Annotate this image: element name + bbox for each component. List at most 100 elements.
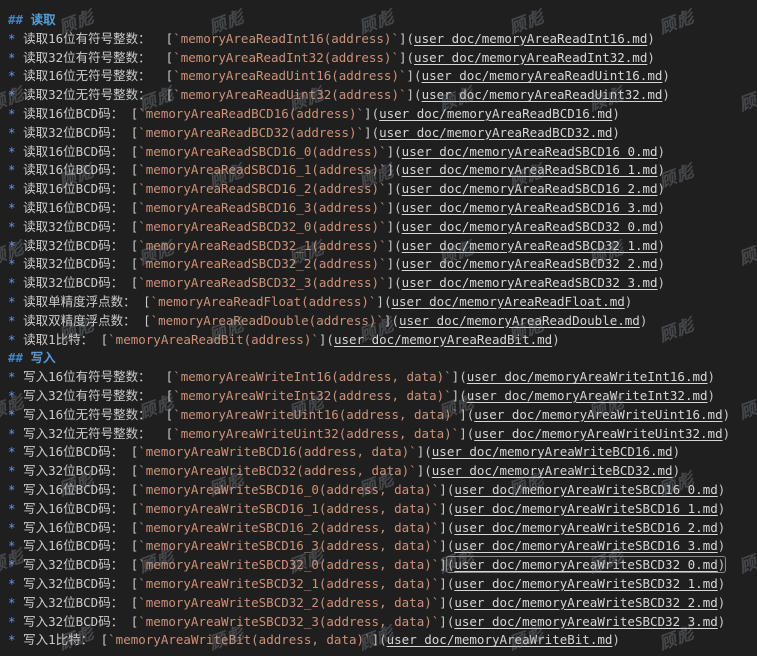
code-span: `memoryAreaWriteSBCD32_1(address, data)` — [138, 576, 439, 591]
link-url[interactable]: user_doc/memoryAreaWriteInt32.md — [467, 388, 708, 403]
open-paren: ( — [394, 238, 402, 253]
item-label: 读取32位BCD码： — [23, 219, 131, 234]
link-url[interactable]: user_doc/memoryAreaReadFloat.md — [391, 294, 624, 309]
link-url[interactable]: user_doc/memoryAreaWriteSBCD16_1.md — [454, 501, 717, 516]
link-group: (user_doc/memoryAreaReadSBCD32_2.md) — [394, 256, 665, 271]
close-paren: ) — [647, 31, 655, 46]
link-url[interactable]: user_doc/memoryAreaReadBCD16.md — [379, 106, 612, 121]
close-paren: ) — [718, 538, 726, 553]
link-url[interactable]: user_doc/memoryAreaReadUint32.md — [422, 87, 663, 102]
link-url[interactable]: user_doc/memoryAreaWriteSBCD32_3.md — [454, 614, 717, 629]
code-span: `memoryAreaReadSBCD32_3(address)` — [138, 275, 386, 290]
code-span: `memoryAreaReadInt32(address)` — [173, 50, 399, 65]
link-url[interactable]: user_doc/memoryAreaReadDouble.md — [399, 313, 640, 328]
code-span: `memoryAreaReadBCD32(address)` — [138, 125, 364, 140]
list-bullet: * — [8, 501, 23, 516]
code-span: `memoryAreaReadUint32(address)` — [173, 87, 406, 102]
open-paren: ( — [459, 369, 467, 384]
link-group: (user_doc/memoryAreaWriteBCD16.md) — [424, 444, 680, 459]
link-url[interactable]: user_doc/memoryAreaWriteSBCD32_2.md — [454, 595, 717, 610]
link-url[interactable]: user_doc/memoryAreaWriteUint32.md — [474, 426, 722, 441]
list-bullet: * — [8, 632, 23, 647]
close-paren: ) — [625, 294, 633, 309]
link-url[interactable]: user_doc/memoryAreaReadUint16.md — [422, 68, 663, 83]
close-bracket: ] — [439, 595, 447, 610]
doc-line: * 写入16位BCD码： [`memoryAreaWriteSBCD16_2(a… — [8, 519, 757, 538]
item-label: 读取32位BCD码： — [23, 256, 131, 271]
item-label: 写入32位有符号整数： — [23, 388, 166, 403]
open-paren: ( — [407, 50, 415, 65]
doc-line: * 写入32位BCD码： [`memoryAreaWriteSBCD32_3(a… — [8, 613, 757, 632]
link-url[interactable]: user_doc/memoryAreaReadSBCD32_2.md — [402, 256, 658, 271]
link-url[interactable]: user_doc/memoryAreaReadSBCD16_3.md — [402, 200, 658, 215]
code-span: `memoryAreaWriteSBCD16_1(address, data)` — [138, 501, 439, 516]
item-label: 写入1比特： — [23, 632, 101, 647]
code-span: `memoryAreaReadSBCD16_1(address)` — [138, 162, 386, 177]
link-url[interactable]: user_doc/memoryAreaWriteBit.md — [387, 632, 613, 647]
open-paren: ( — [394, 219, 402, 234]
code-span: `memoryAreaWriteSBCD16_2(address, data)` — [138, 520, 439, 535]
code-span: `memoryAreaReadSBCD16_0(address)` — [138, 144, 386, 159]
code-span: `memoryAreaReadBCD16(address)` — [138, 106, 364, 121]
link-url[interactable]: user_doc/memoryAreaWriteBCD32.md — [432, 463, 673, 478]
link-url[interactable]: user_doc/memoryAreaReadSBCD32_1.md — [402, 238, 658, 253]
list-bullet: * — [8, 106, 23, 121]
link-url[interactable]: user_doc/memoryAreaReadSBCD16_0.md — [402, 144, 658, 159]
list-bullet: * — [8, 482, 23, 497]
link-group: (user_doc/memoryAreaWriteBit.md) — [379, 632, 620, 647]
close-paren: ) — [673, 444, 681, 459]
link-url[interactable]: user_doc/memoryAreaReadBit.md — [334, 332, 552, 347]
open-paren: ( — [391, 313, 399, 328]
code-span: `memoryAreaWriteInt32(address, data)` — [173, 388, 451, 403]
close-bracket: ] — [459, 426, 467, 441]
link-url[interactable]: user_doc/memoryAreaWriteUint16.md — [474, 407, 722, 422]
item-label: 写入32位BCD码： — [23, 463, 131, 478]
link-group: (user_doc/memoryAreaReadSBCD32_1.md) — [394, 238, 665, 253]
close-paren: ) — [723, 426, 731, 441]
doc-line: * 读取1比特： [`memoryAreaReadBit(address)`](… — [8, 331, 757, 350]
item-label: 写入16位BCD码： — [23, 501, 131, 516]
link-url[interactable]: user_doc/memoryAreaReadSBCD32_0.md — [402, 219, 658, 234]
link-url[interactable]: user_doc/memoryAreaWriteSBCD16_3.md — [454, 538, 717, 553]
link-url[interactable]: user_doc/memoryAreaReadBCD32.md — [379, 125, 612, 140]
close-paren: ) — [718, 520, 726, 535]
link-url[interactable]: user_doc/memoryAreaReadSBCD16_1.md — [402, 162, 658, 177]
open-paren: ( — [414, 87, 422, 102]
link-group: (user_doc/memoryAreaWriteInt32.md) — [459, 388, 715, 403]
item-label: 读取1比特： — [23, 332, 101, 347]
close-paren: ) — [662, 87, 670, 102]
close-bracket: ] — [387, 275, 395, 290]
item-label: 读取32位BCD码： — [23, 125, 131, 140]
link-url[interactable]: user_doc/memoryAreaReadSBCD32_3.md — [402, 275, 658, 290]
doc-line: * 写入32位无符号整数： [`memoryAreaWriteUint32(ad… — [8, 425, 757, 444]
link-url[interactable]: user_doc/memoryAreaWriteBCD16.md — [432, 444, 673, 459]
link-url[interactable]: user_doc/memoryAreaWriteSBCD32_0.md — [454, 557, 717, 572]
link-url[interactable]: user_doc/memoryAreaWriteSBCD16_2.md — [454, 520, 717, 535]
link-url[interactable]: user_doc/memoryAreaWriteInt16.md — [467, 369, 708, 384]
open-paren: ( — [394, 162, 402, 177]
link-url[interactable]: user_doc/memoryAreaReadSBCD16_2.md — [402, 181, 658, 196]
doc-line: * 写入32位有符号整数： [`memoryAreaWriteInt32(add… — [8, 387, 757, 406]
doc-line: * 写入1比特： [`memoryAreaWriteBit(address, d… — [8, 631, 757, 650]
item-label: 读取16位无符号整数： — [23, 68, 166, 83]
link-url[interactable]: user_doc/memoryAreaWriteSBCD16_0.md — [454, 482, 717, 497]
close-paren: ) — [658, 200, 666, 215]
doc-line: * 写入32位BCD码： [`memoryAreaWriteSBCD32_1(a… — [8, 575, 757, 594]
link-url[interactable]: user_doc/memoryAreaReadInt32.md — [414, 50, 647, 65]
editor-content[interactable]: ## 读取* 读取16位有符号整数： [`memoryAreaReadInt16… — [0, 0, 757, 656]
code-span: `memoryAreaWriteUint32(address, data)` — [173, 426, 459, 441]
close-bracket: ] — [407, 68, 415, 83]
link-group: (user_doc/memoryAreaReadSBCD16_3.md) — [394, 200, 665, 215]
link-url[interactable]: user_doc/memoryAreaWriteSBCD32_1.md — [454, 576, 717, 591]
close-paren: ) — [718, 557, 726, 572]
link-group: (user_doc/memoryAreaWriteUint32.md) — [467, 426, 730, 441]
link-group: (user_doc/memoryAreaWriteSBCD32_1.md) — [447, 576, 725, 591]
doc-line: * 读取16位有符号整数： [`memoryAreaReadInt16(addr… — [8, 30, 757, 49]
item-label: 写入16位无符号整数： — [23, 407, 166, 422]
open-paren: ( — [414, 68, 422, 83]
list-bullet: * — [8, 520, 23, 535]
doc-line: * 写入16位BCD码： [`memoryAreaWriteSBCD16_1(a… — [8, 500, 757, 519]
close-bracket: ] — [439, 557, 447, 572]
link-url[interactable]: user_doc/memoryAreaReadInt16.md — [414, 31, 647, 46]
open-paren: ( — [394, 256, 402, 271]
